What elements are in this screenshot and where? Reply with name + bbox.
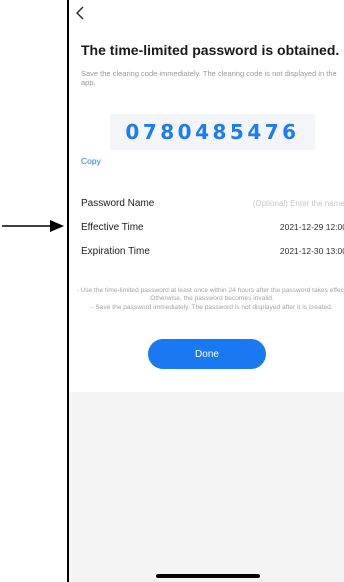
password-name-input[interactable] — [197, 198, 344, 208]
background-panel — [69, 392, 344, 582]
effective-time-label: Effective Time — [81, 221, 144, 233]
effective-time-value: 2021-12-29 12:00 — [279, 222, 344, 232]
chevron-left-icon — [76, 6, 84, 20]
page-subtitle: Save the clearing code immediately. The … — [81, 69, 337, 87]
phone-screen: The time-limited password is obtained. S… — [67, 0, 344, 582]
page-title: The time-limited password is obtained. — [81, 42, 340, 58]
password-name-label: Password Name — [81, 197, 155, 209]
home-indicator — [156, 574, 260, 578]
usage-note: - Use the time-limited password at least… — [76, 287, 344, 303]
usage-note: - Save the password immediately. The pas… — [91, 303, 333, 311]
password-code-box: 0780485476 — [110, 114, 315, 150]
password-code: 0780485476 — [125, 120, 300, 144]
expiration-time-value: 2021-12-30 13:00 — [279, 246, 344, 256]
expiration-time-row[interactable]: Expiration Time 2021-12-30 13:00 — [81, 242, 344, 260]
password-name-row: Password Name — [81, 194, 344, 212]
back-button[interactable] — [75, 6, 89, 22]
arrow-right-icon — [2, 220, 64, 232]
done-button[interactable]: Done — [148, 339, 266, 369]
expiration-time-label: Expiration Time — [81, 245, 150, 257]
effective-time-row[interactable]: Effective Time 2021-12-29 12:00 — [81, 218, 344, 236]
usage-notes: - Use the time-limited password at least… — [75, 287, 344, 312]
copy-link[interactable]: Copy — [81, 156, 101, 166]
